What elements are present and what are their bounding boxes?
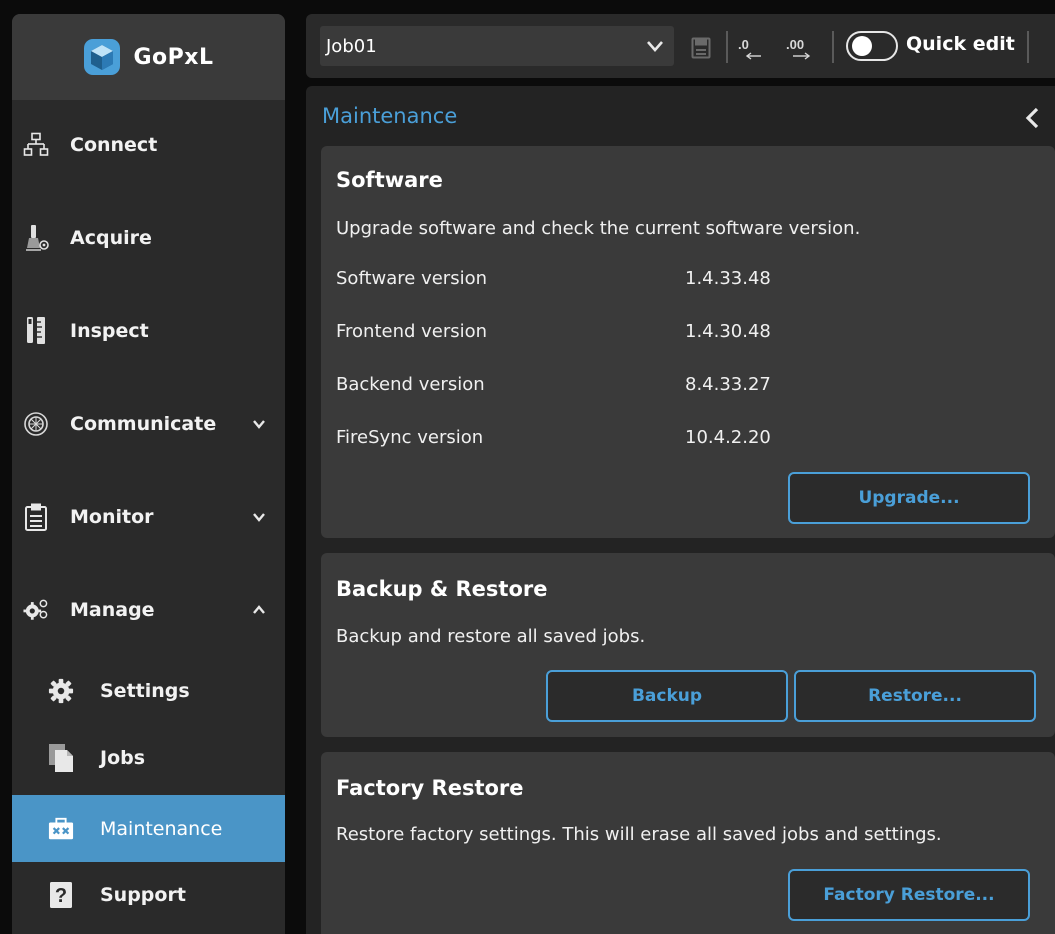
- version-label: FireSync version: [336, 427, 484, 448]
- quick-edit-label: Quick edit: [906, 33, 1015, 55]
- network-icon: [23, 131, 49, 159]
- brand-name: GoPxL: [133, 44, 214, 70]
- sidebar-item-maintenance[interactable]: Maintenance: [12, 795, 285, 862]
- software-card: Software Upgrade software and check the …: [321, 146, 1055, 538]
- help-icon: ?: [48, 881, 74, 909]
- chevron-left-icon[interactable]: [1024, 106, 1040, 130]
- sidebar-item-label: Support: [100, 884, 186, 906]
- inspect-icon: [23, 317, 49, 345]
- sidebar-item-label: Connect: [70, 134, 158, 156]
- sidebar-item-label: Acquire: [70, 227, 152, 249]
- sidebar-item-label: Settings: [100, 680, 190, 702]
- sidebar-item-communicate[interactable]: Communicate: [12, 394, 285, 454]
- sidebar-item-label: Manage: [70, 599, 155, 621]
- sidebar-item-monitor[interactable]: Monitor: [12, 487, 285, 547]
- chevron-down-icon[interactable]: [252, 510, 266, 524]
- sidebar-item-label: Communicate: [70, 413, 217, 435]
- save-icon[interactable]: [690, 34, 712, 62]
- chevron-down-icon[interactable]: [252, 417, 266, 431]
- communicate-icon: [23, 410, 49, 438]
- increase-decimals-icon[interactable]: .00: [785, 34, 817, 62]
- sidebar-item-label: Maintenance: [100, 817, 223, 840]
- svg-text:.00: .00: [786, 37, 804, 52]
- brand-header: GoPxL: [12, 14, 285, 100]
- sidebar-item-connect[interactable]: Connect: [12, 115, 285, 175]
- toolbar-divider: [832, 31, 834, 63]
- sidebar-item-inspect[interactable]: Inspect: [12, 301, 285, 361]
- gear-icon: [48, 677, 74, 705]
- card-description: Backup and restore all saved jobs.: [336, 626, 646, 647]
- version-value: 1.4.30.48: [685, 321, 771, 342]
- sidebar-item-label: Inspect: [70, 320, 149, 342]
- toolbar-divider: [1027, 31, 1029, 63]
- upgrade-button[interactable]: Upgrade...: [788, 472, 1030, 524]
- toolbar: Job01 .0 .00 Quick edit: [306, 14, 1055, 78]
- sidebar-item-acquire[interactable]: Acquire: [12, 208, 285, 268]
- card-title: Software: [336, 168, 443, 192]
- version-label: Software version: [336, 268, 487, 289]
- sidebar: GoPxL Connect Acquire Inspect Communicat…: [12, 14, 285, 934]
- sidebar-item-label: Jobs: [100, 747, 146, 769]
- chevron-down-icon: [647, 41, 663, 52]
- page-title: Maintenance: [322, 104, 458, 128]
- gopxl-logo-icon: [84, 39, 121, 75]
- backup-button[interactable]: Backup: [546, 670, 788, 722]
- acquire-icon: [23, 224, 49, 252]
- restore-button[interactable]: Restore...: [794, 670, 1036, 722]
- main-panel: Maintenance Software Upgrade software an…: [306, 86, 1055, 934]
- version-value: 8.4.33.27: [685, 374, 771, 395]
- sidebar-item-settings[interactable]: Settings: [12, 661, 285, 721]
- svg-text:?: ?: [55, 885, 67, 907]
- clipboard-icon: [23, 503, 49, 531]
- version-value: 10.4.2.20: [685, 427, 771, 448]
- job-select-value: Job01: [326, 35, 377, 57]
- toolbar-divider: [726, 31, 728, 63]
- version-label: Frontend version: [336, 321, 488, 342]
- factory-restore-card: Factory Restore Restore factory settings…: [321, 752, 1055, 934]
- sidebar-item-support[interactable]: ? Support: [12, 865, 285, 925]
- gears-icon: [23, 596, 49, 624]
- files-icon: [48, 744, 74, 772]
- version-label: Backend version: [336, 374, 485, 395]
- sidebar-item-jobs[interactable]: Jobs: [12, 728, 285, 788]
- version-value: 1.4.33.48: [685, 268, 771, 289]
- job-select[interactable]: Job01: [320, 26, 674, 66]
- toggle-knob: [852, 36, 872, 56]
- sidebar-item-manage[interactable]: Manage: [12, 580, 285, 640]
- backup-restore-card: Backup & Restore Backup and restore all …: [321, 553, 1055, 737]
- factory-restore-button[interactable]: Factory Restore...: [788, 869, 1030, 921]
- card-description: Upgrade software and check the current s…: [336, 218, 861, 239]
- decrease-decimals-icon[interactable]: .0: [737, 34, 767, 62]
- card-title: Factory Restore: [336, 776, 524, 800]
- card-description: Restore factory settings. This will eras…: [336, 824, 942, 845]
- svg-text:.0: .0: [738, 37, 749, 52]
- chevron-up-icon[interactable]: [252, 603, 266, 617]
- toolbox-icon: [48, 815, 74, 843]
- sidebar-item-label: Monitor: [70, 506, 154, 528]
- quick-edit-toggle[interactable]: [846, 31, 898, 61]
- card-title: Backup & Restore: [336, 577, 548, 601]
